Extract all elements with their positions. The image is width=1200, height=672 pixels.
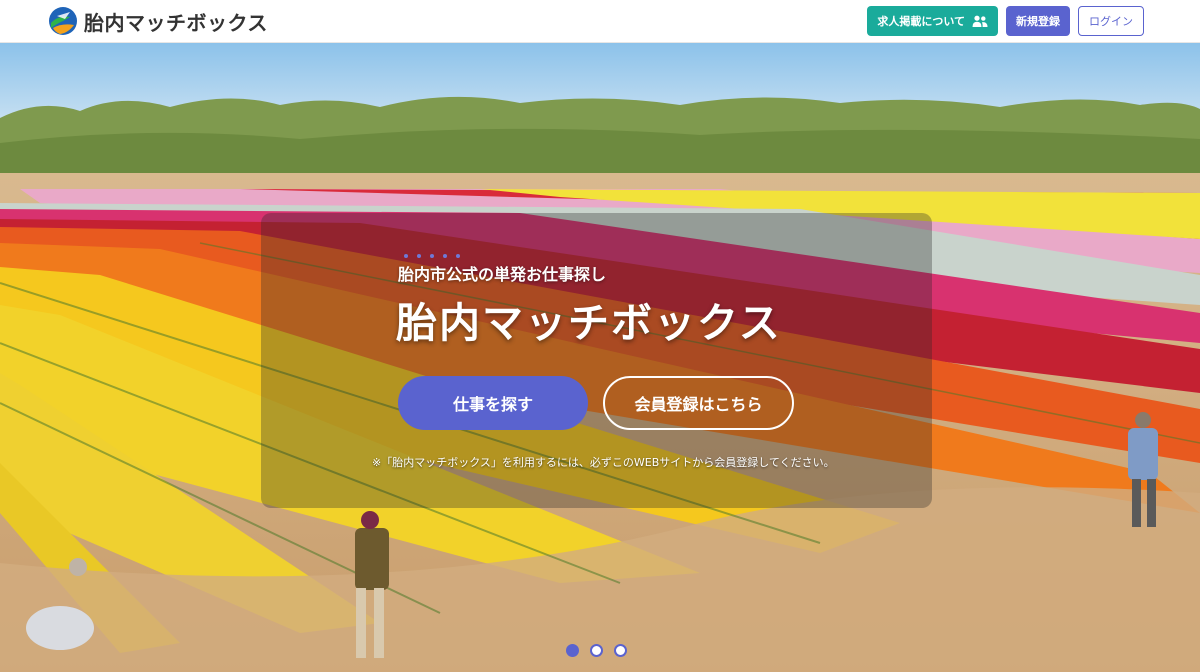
decorative-dots [404,254,460,258]
carousel-dot-2[interactable] [590,644,603,657]
hero-title: 胎内マッチボックス [396,299,782,347]
register-member-button[interactable]: 会員登録はこちら [603,376,794,430]
carousel-dot-3[interactable] [614,644,627,657]
tainai-logo-icon [49,7,77,35]
signup-button[interactable]: 新規登録 [1006,6,1070,36]
post-job-label: 求人掲載について [877,15,965,28]
carousel-pagination [566,644,627,657]
site-header: 胎内マッチボックス 求人掲載について 新規登録 ログイン [0,0,1200,43]
post-job-button[interactable]: 求人掲載について [867,6,998,36]
registration-note: ※「胎内マッチボックス」を利用するには、必ずこのWEBサイトから会員登録してくだ… [372,456,835,469]
search-jobs-button[interactable]: 仕事を探す [398,376,588,430]
login-button[interactable]: ログイン [1078,6,1144,36]
people-icon [972,15,988,27]
logo-text: 胎内マッチボックス [84,10,268,35]
hero-subtitle: 胎内市公式の単発お仕事探し [398,265,607,284]
header-nav: 求人掲載について 新規登録 ログイン [867,6,1144,36]
hero-section: 胎内市公式の単発お仕事探し 胎内マッチボックス 仕事を探す 会員登録はこちら ※… [0,43,1200,672]
carousel-dot-1[interactable] [566,644,579,657]
logo-link[interactable]: 胎内マッチボックス [48,6,268,36]
